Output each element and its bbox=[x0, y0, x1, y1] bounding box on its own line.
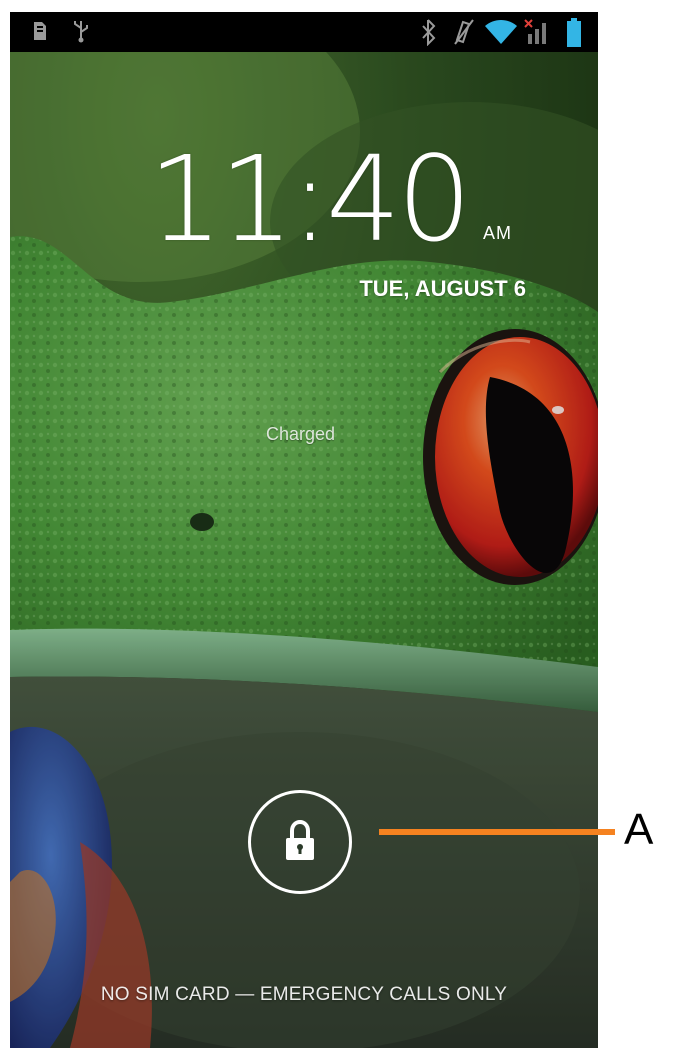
vibrate-icon bbox=[454, 19, 474, 45]
usb-icon bbox=[74, 21, 88, 43]
sd-card-icon bbox=[34, 22, 46, 40]
lock-screen-clock: 11:40 bbox=[147, 130, 472, 268]
no-signal-icon bbox=[524, 19, 546, 44]
callout-line bbox=[379, 829, 615, 835]
battery-status-text: Charged bbox=[266, 424, 336, 444]
lock-icon bbox=[286, 819, 314, 860]
status-bar bbox=[10, 12, 598, 52]
phone-screen: 11:40 AM TUE, AUGUST 6 Charged NO SIM CA… bbox=[10, 12, 598, 1048]
battery-icon bbox=[567, 18, 581, 47]
am-pm-indicator: AM bbox=[483, 223, 512, 243]
page: 11:40 AM TUE, AUGUST 6 Charged NO SIM CA… bbox=[0, 0, 676, 1050]
bluetooth-icon bbox=[422, 19, 436, 46]
unlock-button[interactable] bbox=[248, 790, 352, 894]
wifi-icon bbox=[485, 20, 517, 44]
callout-label: A bbox=[624, 805, 654, 854]
lock-screen-date: TUE, AUGUST 6 bbox=[359, 276, 526, 301]
emergency-calls-text: NO SIM CARD — EMERGENCY CALLS ONLY bbox=[100, 984, 508, 1005]
